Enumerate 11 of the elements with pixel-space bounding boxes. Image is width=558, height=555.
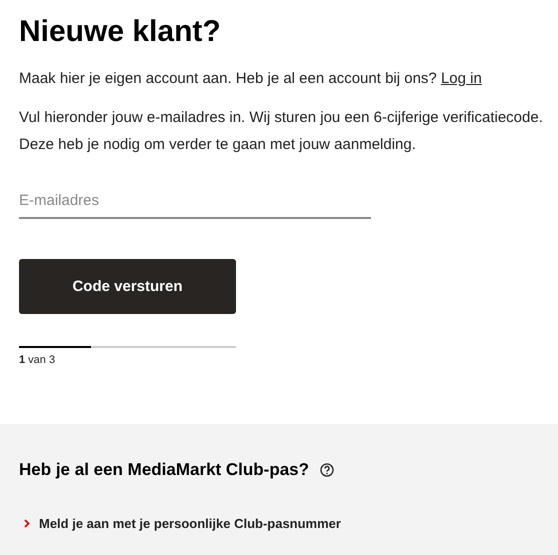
intro-text: Maak hier je eigen account aan. Heb je al een account bij ons? Log in — [19, 69, 482, 89]
login-link[interactable]: Log in — [440, 70, 482, 87]
instruction-text: Vul hieronder jouw e-mailadres in. Wij sturen jou een 6-cijferige verificatiecode. Deze heb je nodig om verder te gaan met jouw aanmelding. — [19, 108, 544, 155]
email-field[interactable]: E-mailadres — [19, 186, 371, 219]
help-icon[interactable] — [320, 463, 334, 477]
club-number-link[interactable]: Meld je aan met je persoonlijke Club-pasnummer — [39, 516, 341, 531]
step-label: 1 van 3 — [19, 354, 56, 366]
send-code-button[interactable]: Code versturen — [19, 259, 236, 314]
club-heading: Heb je al een MediaMarkt Club-pas? — [19, 460, 310, 480]
chevron-icon — [24, 519, 30, 528]
page-title: Nieuwe klant? — [19, 14, 221, 50]
